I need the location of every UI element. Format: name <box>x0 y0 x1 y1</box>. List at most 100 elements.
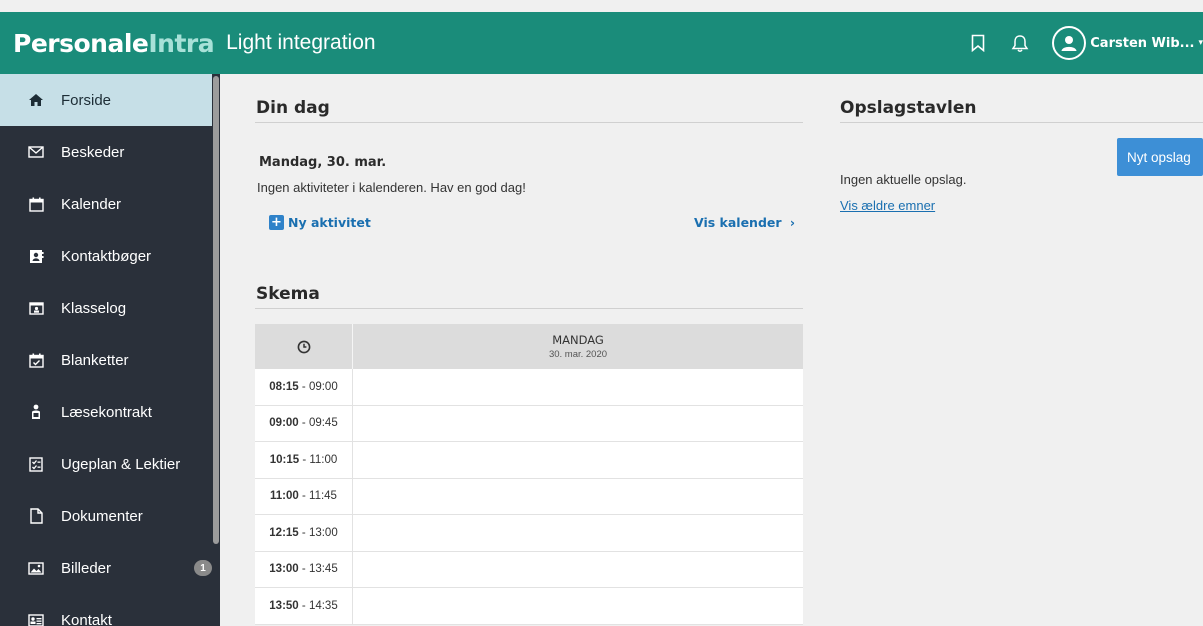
new-activity-label: Ny aktivitet <box>288 215 371 230</box>
show-calendar-label: Vis kalender <box>694 215 782 230</box>
main-content: Din dag Mandag, 30. mar. Ingen aktivitet… <box>220 74 1203 626</box>
sidebar-item-kontakt[interactable]: Kontakt <box>0 594 220 626</box>
sidebar-item-label: Ugeplan & Lektier <box>61 455 181 473</box>
sidebar-item-label: Blanketter <box>61 351 129 369</box>
no-posts-text: Ingen aktuelle opslag. <box>840 172 967 187</box>
calendar-icon <box>28 196 44 212</box>
schedule-row: 12:15 - 13:00 <box>255 515 803 552</box>
time-end: 09:00 <box>308 380 338 393</box>
time-start: 13:50 <box>269 599 299 612</box>
schedule-header: MANDAG 30. mar. 2020 <box>255 324 803 369</box>
schedule-time: 11:00 - 11:45 <box>255 478 353 514</box>
form-calendar-icon <box>28 352 44 368</box>
time-end: 11:45 <box>309 490 337 503</box>
sidebar-item-billeder[interactable]: Billeder 1 <box>0 542 220 594</box>
schedule-row: 08:15 - 09:00 <box>255 369 803 406</box>
schedule-time: 12:15 - 13:00 <box>255 515 353 551</box>
time-start: 09:00 <box>269 417 299 430</box>
chevron-right-icon: › <box>789 215 796 230</box>
top-bar: PersonaleIntra Light integration Carsten… <box>0 12 1203 74</box>
time-end: 11:00 <box>309 453 338 466</box>
time-end: 13:45 <box>308 563 338 576</box>
schedule-row: 11:00 - 11:45 <box>255 478 803 515</box>
contact-card-icon <box>28 612 44 626</box>
schedule-row: 13:50 - 14:35 <box>255 588 803 625</box>
schedule-cell[interactable] <box>353 552 803 588</box>
schedule-cell[interactable] <box>353 406 803 442</box>
home-icon <box>28 92 44 108</box>
time-end: 13:00 <box>308 526 338 539</box>
sidebar-item-laesekontrakt[interactable]: Læsekontrakt <box>0 386 220 438</box>
time-start: 10:15 <box>269 453 300 466</box>
sidebar-item-blanketter[interactable]: Blanketter <box>0 334 220 386</box>
new-post-button[interactable]: Nyt opslag <box>1117 138 1203 176</box>
schedule-cell[interactable] <box>353 588 803 624</box>
sidebar-scroll-thumb[interactable] <box>213 76 219 544</box>
sidebar-item-kontaktboger[interactable]: Kontaktbøger <box>0 230 220 282</box>
sidebar-item-label: Kontaktbøger <box>61 247 152 265</box>
sidebar-item-label: Læsekontrakt <box>61 403 152 421</box>
sidebar-item-ugeplan[interactable]: Ugeplan & Lektier <box>0 438 220 490</box>
checklist-icon <box>28 456 44 472</box>
brand-accent: Intra <box>148 28 215 58</box>
plus-icon: + <box>269 215 284 230</box>
time-start: 08:15 <box>269 380 299 393</box>
user-menu[interactable]: Carsten Wib... ▾ <box>1052 26 1203 60</box>
schedule-cell[interactable] <box>353 442 803 478</box>
sidebar-item-beskeder[interactable]: Beskeder <box>0 126 220 178</box>
schedule-time: 09:00 - 09:45 <box>255 405 353 441</box>
sidebar-item-label: Forside <box>61 91 112 109</box>
time-end: 09:45 <box>308 417 338 430</box>
clock-icon <box>255 324 353 369</box>
schedule-cell[interactable] <box>353 479 803 515</box>
new-activity-button[interactable]: + Ny aktivitet <box>269 215 371 230</box>
image-icon <box>28 560 44 576</box>
sidebar-item-dokumenter[interactable]: Dokumenter <box>0 490 220 542</box>
schedule-row: 10:15 - 11:00 <box>255 442 803 479</box>
schedule-time: 13:50 - 14:35 <box>255 588 353 624</box>
schedule-day-name: MANDAG <box>552 333 604 347</box>
schedule-time: 08:15 - 09:00 <box>255 369 353 405</box>
sidebar-item-label: Beskeder <box>61 143 125 161</box>
reader-icon <box>28 404 44 420</box>
sidebar-item-forside[interactable]: Forside <box>0 74 220 126</box>
time-end: 14:35 <box>308 599 338 612</box>
time-start: 13:00 <box>269 563 299 576</box>
bookmark-icon[interactable] <box>968 33 988 53</box>
din-dag-divider <box>255 122 803 123</box>
schedule-body: 08:15 - 09:00 09:00 - 09:45 10:15 - 11:0… <box>255 369 803 625</box>
sidebar-item-klasselog[interactable]: Klasselog <box>0 282 220 334</box>
opslagstavlen-title: Opslagstavlen <box>840 98 977 118</box>
schedule-row: 09:00 - 09:45 <box>255 405 803 442</box>
brand-logo[interactable]: PersonaleIntra <box>13 28 215 58</box>
sidebar: Forside Beskeder Kalender Kontaktbøger K… <box>0 74 220 626</box>
skema-title: Skema <box>256 284 320 304</box>
show-older-link[interactable]: Vis ældre emner <box>840 198 935 213</box>
din-dag-title: Din dag <box>256 98 330 118</box>
schedule-day-header: MANDAG 30. mar. 2020 <box>353 324 803 369</box>
day-message: Ingen aktiviteter i kalenderen. Hav en g… <box>257 180 526 195</box>
schedule-day-date: 30. mar. 2020 <box>548 349 608 360</box>
sidebar-item-label: Klasselog <box>61 299 127 317</box>
day-date: Mandag, 30. mar. <box>259 155 387 170</box>
chevron-down-icon: ▾ <box>1198 38 1203 48</box>
top-actions: Carsten Wib... ▾ <box>968 12 1203 74</box>
sidebar-item-label: Kalender <box>61 195 122 213</box>
schedule-row: 13:00 - 13:45 <box>255 551 803 588</box>
user-avatar-icon <box>1052 26 1087 60</box>
notification-badge: 1 <box>194 560 212 576</box>
app-subtitle: Light integration <box>226 31 376 54</box>
sidebar-item-label: Billeder <box>61 559 112 577</box>
skema-divider <box>255 308 803 309</box>
bell-icon[interactable] <box>1010 33 1030 53</box>
show-calendar-link[interactable]: Vis kalender › <box>694 215 795 230</box>
schedule-cell[interactable] <box>353 515 803 551</box>
time-start: 12:15 <box>269 526 299 539</box>
time-start: 11:00 <box>270 490 299 503</box>
schedule-time: 13:00 - 13:45 <box>255 551 353 587</box>
username: Carsten Wib... <box>1090 35 1195 51</box>
schedule-cell[interactable] <box>353 369 803 405</box>
envelope-icon <box>28 144 44 160</box>
brand-main: Personale <box>13 28 149 58</box>
sidebar-item-kalender[interactable]: Kalender <box>0 178 220 230</box>
